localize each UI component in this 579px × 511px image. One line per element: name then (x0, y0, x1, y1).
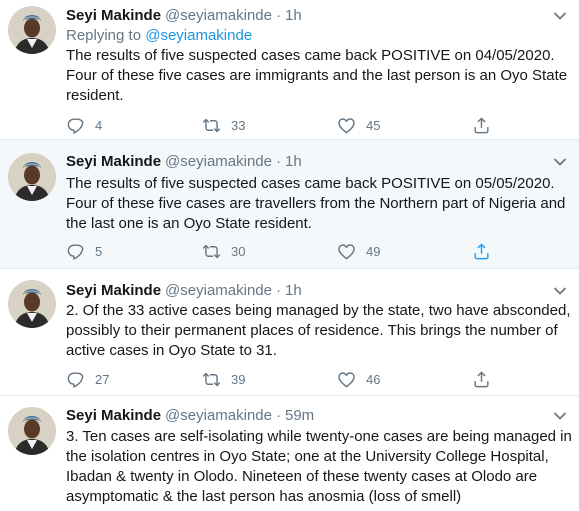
timestamp[interactable]: 59m (285, 407, 314, 424)
tweet-text: The results of five suspected cases came… (66, 175, 566, 232)
like-button[interactable]: 49 (337, 241, 380, 261)
avatar[interactable] (8, 407, 56, 455)
tweet-header: Seyi Makinde @seyiamakinde · 1h (66, 281, 302, 301)
separator-dot: · (276, 282, 281, 299)
chevron-down-icon[interactable] (553, 11, 567, 21)
like-icon (337, 116, 356, 135)
like-icon (337, 370, 356, 389)
reply-button[interactable]: 5 (66, 241, 102, 261)
author-handle[interactable]: @seyiamakinde (165, 7, 272, 24)
reply-icon (66, 370, 85, 389)
author-name[interactable]: Seyi Makinde (66, 7, 161, 24)
share-button[interactable] (472, 369, 491, 389)
tweet[interactable]: Seyi Makinde @seyiamakinde · 1h The results… (0, 140, 579, 269)
like-count: 45 (366, 117, 381, 133)
chevron-down-icon[interactable] (553, 411, 567, 421)
chevron-down-icon[interactable] (553, 157, 567, 167)
author-handle[interactable]: @seyiamakinde (165, 282, 272, 299)
author-name[interactable]: Seyi Makinde (66, 407, 161, 424)
retweet-count: 33 (231, 117, 246, 133)
tweet-actions: 27 39 46 (66, 369, 516, 389)
tweet-header: Seyi Makinde @seyiamakinde · 59m (66, 406, 314, 426)
share-icon (472, 370, 491, 389)
reply-icon (66, 116, 85, 135)
reply-count: 5 (95, 243, 103, 259)
reply-count: 4 (95, 117, 103, 133)
tweet-text: 3. Ten cases are self-isolating while tw… (66, 428, 572, 505)
tweet-actions: 5 30 49 (66, 241, 516, 261)
reply-button[interactable]: 4 (66, 115, 102, 135)
share-button[interactable] (472, 115, 491, 135)
author-handle[interactable]: @seyiamakinde (165, 153, 272, 170)
retweet-icon (202, 242, 221, 261)
like-count: 49 (366, 243, 381, 259)
tweet-actions: 4 33 45 (66, 115, 516, 135)
avatar[interactable] (8, 6, 56, 54)
tweet-header: Seyi Makinde @seyiamakinde · 1h (66, 6, 302, 26)
retweet-button[interactable]: 30 (202, 241, 245, 261)
retweet-button[interactable]: 39 (202, 369, 245, 389)
share-button[interactable] (472, 241, 491, 261)
author-handle[interactable]: @seyiamakinde (165, 407, 272, 424)
separator-dot: · (276, 153, 281, 170)
timestamp[interactable]: 1h (285, 282, 302, 299)
tweet[interactable]: Seyi Makinde @seyiamakinde · 1h Replying to… (0, 0, 579, 140)
replying-to-label: Replying to (66, 27, 142, 44)
replying-to: Replying to @seyiamakinde (66, 26, 252, 46)
avatar[interactable] (8, 153, 56, 201)
timestamp[interactable]: 1h (285, 153, 302, 170)
tweet-thread: Seyi Makinde @seyiamakinde · 1h Replying to… (0, 0, 579, 511)
retweet-button[interactable]: 33 (202, 115, 245, 135)
reply-count: 27 (95, 371, 110, 387)
retweet-icon (202, 116, 221, 135)
separator-dot: · (276, 407, 281, 424)
retweet-count: 30 (231, 243, 246, 259)
tweet-header: Seyi Makinde @seyiamakinde · 1h (66, 152, 302, 172)
reply-button[interactable]: 27 (66, 369, 109, 389)
timestamp[interactable]: 1h (285, 7, 302, 24)
tweet[interactable]: Seyi Makinde @seyiamakinde · 1h 2. Of the 3… (0, 269, 579, 396)
chevron-down-icon[interactable] (553, 286, 567, 296)
like-button[interactable]: 46 (337, 369, 380, 389)
tweet[interactable]: Seyi Makinde @seyiamakinde · 59m 3. Ten cas… (0, 396, 579, 511)
tweet-text: 2. Of the 33 active cases being managed … (66, 302, 571, 359)
share-icon (472, 116, 491, 135)
like-icon (337, 242, 356, 261)
author-name[interactable]: Seyi Makinde (66, 282, 161, 299)
like-count: 46 (366, 371, 381, 387)
retweet-icon (202, 370, 221, 389)
retweet-count: 39 (231, 371, 246, 387)
author-name[interactable]: Seyi Makinde (66, 153, 161, 170)
avatar[interactable] (8, 280, 56, 328)
separator-dot: · (276, 7, 281, 24)
share-icon (472, 242, 491, 261)
replying-to-link[interactable]: @seyiamakinde (145, 27, 252, 44)
reply-icon (66, 242, 85, 261)
like-button[interactable]: 45 (337, 115, 380, 135)
tweet-text: The results of five suspected cases came… (66, 47, 568, 104)
